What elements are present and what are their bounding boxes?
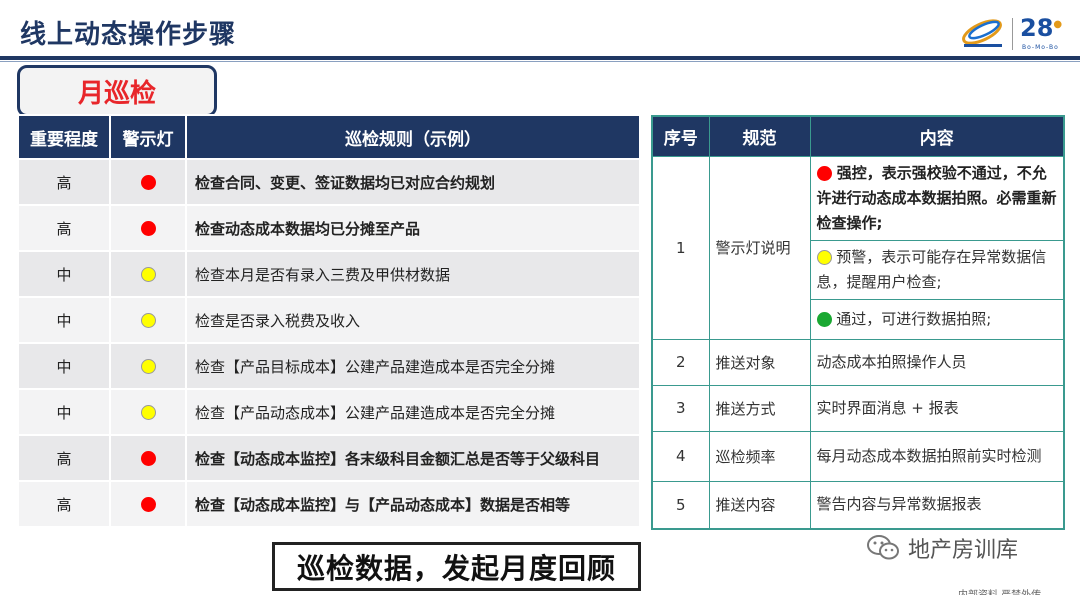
spec-table: 序号 规范 内容 1 警示灯说明 强控，表示强校验不通过，不允许进行动态成本数据… (651, 115, 1065, 530)
yellow-light-icon (140, 267, 156, 282)
inspection-rule: 检查【产品动态成本】公建产品建造成本是否完全分摊 (185, 388, 641, 436)
importance-level: 高 (17, 158, 111, 206)
yellow-light-icon (140, 405, 156, 420)
red-light-icon (140, 451, 156, 466)
wechat-icon (867, 535, 899, 560)
green-light-icon (816, 311, 832, 327)
row-content: 动态成本拍照操作人员 (809, 338, 1065, 386)
row-num: 5 (651, 480, 710, 530)
table-row: 2 推送对象 动态成本拍照操作人员 (651, 338, 1065, 386)
table-row: 高 检查合同、变更、签证数据均已对应合约规划 (17, 158, 641, 206)
importance-level: 中 (17, 250, 111, 298)
importance-level: 中 (17, 388, 111, 436)
section-tab-label: 月巡检 (77, 78, 156, 109)
inspection-rule: 检查合同、变更、签证数据均已对应合约规划 (185, 158, 641, 206)
row-spec: 推送内容 (708, 480, 811, 530)
row-content: 每月动态成本数据拍照前实时检测 (809, 430, 1065, 482)
inspection-rule: 检查是否录入税费及收入 (185, 296, 641, 344)
inspection-rule: 检查本月是否有录入三费及甲供材数据 (185, 250, 641, 298)
table-row: 高 检查【动态成本监控】各末级科目金额汇总是否等于父级科目 (17, 434, 641, 482)
brand-28-logo: 28● (1020, 14, 1063, 42)
yellow-light-icon (140, 313, 156, 328)
company-logo-icon (962, 19, 1002, 47)
warning-light-cell (109, 388, 187, 436)
red-light-icon (140, 497, 156, 512)
table-row: 高 检查【动态成本监控】与【产品动态成本】数据是否相等 (17, 480, 641, 528)
warning-light-cell (109, 296, 187, 344)
table-row: 5 推送内容 警告内容与异常数据报表 (651, 480, 1065, 530)
bottom-banner-text: 巡检数据，发起月度回顾 (296, 551, 616, 585)
importance-level: 高 (17, 480, 111, 528)
table-row: 中 检查【产品目标成本】公建产品建造成本是否完全分摊 (17, 342, 641, 390)
light-explain-green: 通过，可进行数据拍照; (809, 298, 1065, 340)
inspection-rule: 检查动态成本数据均已分摊至产品 (185, 204, 641, 252)
inspection-rule: 检查【动态成本监控】各末级科目金额汇总是否等于父级科目 (185, 434, 641, 482)
red-light-icon (140, 221, 156, 236)
wechat-watermark: 地产房训库 (866, 532, 1018, 564)
warning-light-cell (109, 158, 187, 206)
yellow-light-icon (816, 249, 832, 265)
header-rule: 巡检规则（示例） (185, 114, 641, 160)
row-spec: 推送方式 (708, 384, 811, 432)
red-light-icon (816, 165, 832, 181)
brand-28-subtext: Bo-Mo-Bo (1022, 44, 1059, 51)
row-spec: 巡检频率 (708, 430, 811, 482)
importance-level: 高 (17, 204, 111, 252)
table-row: 1 警示灯说明 强控，表示强校验不通过，不允许进行动态成本数据拍照。必需重新检查… (651, 155, 1065, 340)
inspection-rules-table: 重要程度 警示灯 巡检规则（示例） 高检查合同、变更、签证数据均已对应合约规划高… (17, 114, 641, 528)
watermark-text: 地产房训库 (908, 538, 1019, 563)
warning-light-cell (109, 204, 187, 252)
light-explain-yellow: 预警，表示可能存在异常数据信息，提醒用户检查; (809, 239, 1065, 300)
header-seq: 序号 (651, 115, 710, 157)
table-row: 高 检查动态成本数据均已分摊至产品 (17, 204, 641, 252)
warning-light-cell (109, 250, 187, 298)
table-row: 4 巡检频率 每月动态成本数据拍照前实时检测 (651, 430, 1065, 482)
row-spec: 推送对象 (708, 338, 811, 386)
row-num: 2 (651, 338, 710, 386)
table-row: 中 检查【产品动态成本】公建产品建造成本是否完全分摊 (17, 388, 641, 436)
inspection-rule: 检查【动态成本监控】与【产品动态成本】数据是否相等 (185, 480, 641, 528)
row-content: 实时界面消息 + 报表 (809, 384, 1065, 432)
warning-light-cell (109, 342, 187, 390)
header-divider (0, 56, 1080, 60)
warning-light-cell (109, 480, 187, 528)
logo-separator (1012, 18, 1013, 50)
warning-light-cell (109, 434, 187, 482)
header-divider-thin (0, 61, 1080, 62)
page-title: 线上动态操作步骤 (20, 20, 237, 50)
table-header-row: 重要程度 警示灯 巡检规则（示例） (17, 114, 641, 160)
light-explain-red: 强控，表示强校验不通过，不允许进行动态成本数据拍照。必需重新检查操作; (809, 155, 1065, 241)
row-content: 警告内容与异常数据报表 (809, 480, 1065, 530)
inspection-rule: 检查【产品目标成本】公建产品建造成本是否完全分摊 (185, 342, 641, 390)
importance-level: 高 (17, 434, 111, 482)
table-row: 中 检查本月是否有录入三费及甲供材数据 (17, 250, 641, 298)
header-importance: 重要程度 (17, 114, 111, 160)
row-num: 1 (651, 155, 710, 340)
importance-level: 中 (17, 342, 111, 390)
yellow-light-icon (140, 359, 156, 374)
bottom-banner: 巡检数据，发起月度回顾 (272, 542, 641, 591)
slide-header: 线上动态操作步骤 28● Bo-Mo-Bo (0, 0, 1080, 62)
row-num: 4 (651, 430, 710, 482)
header-warning-light: 警示灯 (109, 114, 187, 160)
table-row: 3 推送方式 实时界面消息 + 报表 (651, 384, 1065, 432)
row-spec: 警示灯说明 (708, 155, 811, 340)
red-light-icon (140, 175, 156, 190)
header-content: 内容 (809, 115, 1065, 157)
row-num: 3 (651, 384, 710, 432)
table-row: 中 检查是否录入税费及收入 (17, 296, 641, 344)
header-spec: 规范 (708, 115, 811, 157)
table-header-row: 序号 规范 内容 (651, 115, 1065, 157)
importance-level: 中 (17, 296, 111, 344)
section-tab: 月巡检 (17, 65, 217, 117)
footer-note: 内部资料 严禁外传 (958, 586, 1041, 595)
